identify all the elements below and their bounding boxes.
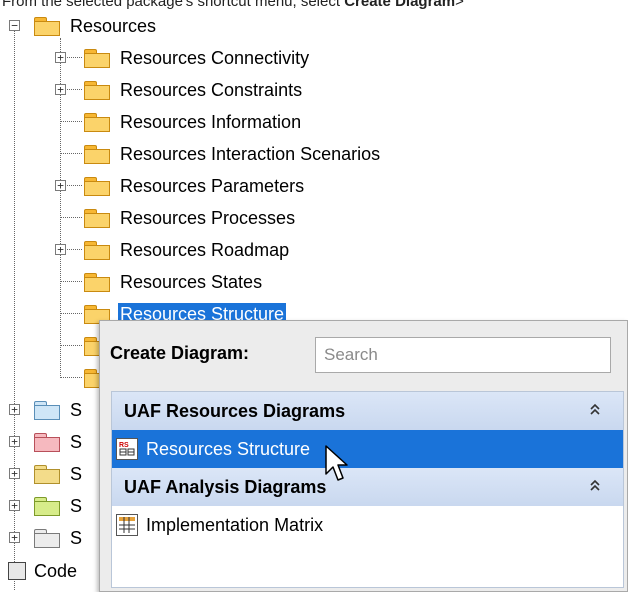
folder-icon: [84, 145, 110, 164]
diagram-item-resources-structure[interactable]: RS Resources Structure: [112, 430, 623, 468]
code-package-icon: [8, 562, 26, 580]
tree-node-resources[interactable]: Resources: [34, 11, 158, 41]
folder-icon: [34, 465, 60, 484]
tree-node-resources-information[interactable]: Resources Information: [84, 107, 303, 137]
folder-icon: [84, 273, 110, 292]
tree-line: [60, 377, 82, 378]
svg-text:RS: RS: [119, 442, 129, 449]
tree-node-resources-connectivity[interactable]: Resources Connectivity: [84, 43, 311, 73]
tree-line: [60, 217, 82, 218]
tree-line: [60, 313, 82, 314]
popup-title: Create Diagram:: [110, 343, 250, 363]
tree-node-sibling-package[interactable]: S: [34, 395, 84, 425]
tree-node-sibling-package[interactable]: S: [34, 523, 84, 553]
expand-expander-icon[interactable]: +: [55, 52, 66, 63]
tree-node-sibling-package[interactable]: S: [34, 459, 84, 489]
folder-icon: [34, 17, 60, 36]
expand-expander-icon[interactable]: +: [9, 468, 20, 479]
mouse-pointer-icon: [325, 445, 348, 481]
folder-icon: [34, 529, 60, 548]
folder-icon: [84, 177, 110, 196]
tree-node-sibling-package[interactable]: S: [34, 491, 84, 521]
double-chevron-up-icon[interactable]: [589, 478, 601, 495]
expand-expander-icon[interactable]: +: [9, 500, 20, 511]
tree-line: [60, 345, 82, 346]
tree-node-sibling-package[interactable]: S: [34, 427, 84, 457]
tree-node-resources-parameters[interactable]: Resources Parameters: [84, 171, 306, 201]
folder-icon: [84, 113, 110, 132]
expand-expander-icon[interactable]: +: [9, 532, 20, 543]
expand-expander-icon[interactable]: +: [9, 404, 20, 415]
group-header-uaf-resources-diagrams[interactable]: UAF Resources Diagrams: [112, 392, 623, 430]
tree-node-resources-roadmap[interactable]: Resources Roadmap: [84, 235, 291, 265]
tree-node-resources-processes[interactable]: Resources Processes: [84, 203, 297, 233]
tree-line: [60, 153, 82, 154]
expand-expander-icon[interactable]: +: [55, 180, 66, 191]
folder-icon: [84, 241, 110, 260]
expand-expander-icon[interactable]: +: [55, 244, 66, 255]
tree-node-resources-constraints[interactable]: Resources Constraints: [84, 75, 304, 105]
search-input[interactable]: [315, 337, 611, 373]
group-header-uaf-analysis-diagrams[interactable]: UAF Analysis Diagrams: [112, 468, 623, 506]
folder-icon: [34, 401, 60, 420]
folder-icon: [34, 433, 60, 452]
implementation-matrix-icon: [116, 514, 138, 536]
tree-node-code[interactable]: Code: [8, 556, 79, 586]
diagram-list: UAF Resources Diagrams RS Resources Stru…: [111, 391, 624, 588]
tree-line: [60, 281, 82, 282]
folder-icon: [84, 49, 110, 68]
expand-expander-icon[interactable]: +: [9, 436, 20, 447]
resources-structure-diagram-icon: RS: [116, 438, 138, 460]
expand-expander-icon[interactable]: +: [55, 84, 66, 95]
folder-icon: [84, 209, 110, 228]
double-chevron-up-icon[interactable]: [589, 402, 601, 419]
tree-node-resources-interaction-scenarios[interactable]: Resources Interaction Scenarios: [84, 139, 382, 169]
diagram-item-implementation-matrix[interactable]: Implementation Matrix: [112, 506, 623, 544]
collapse-expander-icon[interactable]: −: [9, 20, 20, 31]
create-diagram-popup: Create Diagram: UAF Resources Diagrams R…: [99, 320, 628, 592]
folder-icon: [84, 81, 110, 100]
folder-icon: [34, 497, 60, 516]
tree-node-resources-states[interactable]: Resources States: [84, 267, 264, 297]
tree-line: [60, 121, 82, 122]
tree-node-label: Resources: [70, 16, 157, 36]
